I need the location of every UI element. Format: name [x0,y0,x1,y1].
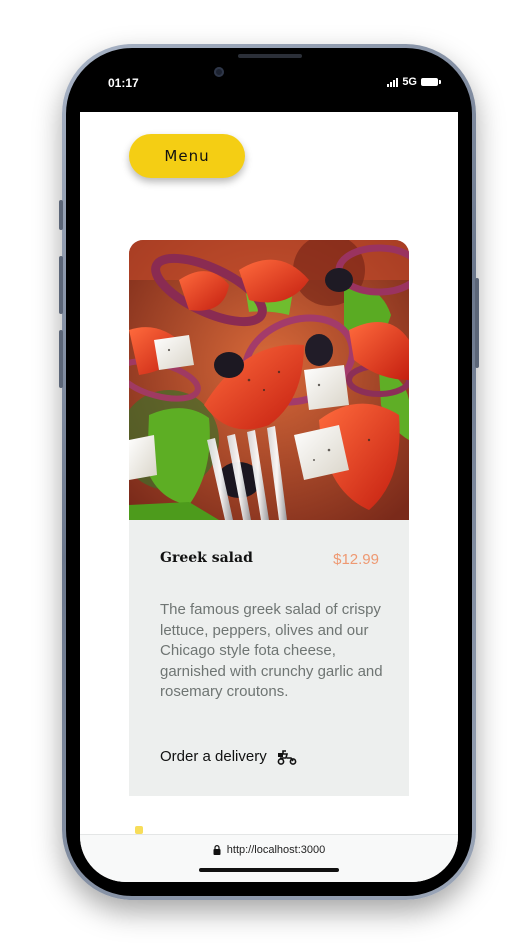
speaker-grille [238,54,302,58]
status-bar: 01:17 5G [80,54,458,106]
side-button-action [59,200,63,230]
greek-salad-image [129,240,409,520]
menu-card[interactable]: Greek salad $12.99 The famous greek sala… [129,240,409,796]
url-display[interactable]: http://localhost:3000 [80,844,458,856]
dish-description: The famous greek salad of crispy lettuce… [160,601,383,700]
order-delivery-link[interactable]: Order a delivery [160,748,297,765]
dish-title: Greek salad [160,550,253,566]
camera-icon [214,67,224,77]
status-time: 01:17 [108,76,139,90]
side-button-volume-up [59,256,63,314]
network-label: 5G [402,76,417,88]
next-card-peek [135,826,143,834]
order-delivery-label: Order a delivery [160,748,267,765]
scooter-icon [277,749,297,765]
battery-icon [421,78,441,86]
menu-button[interactable]: Menu [129,134,245,178]
app-screen: Menu Greek salad $12.99 The famous greek… [80,112,458,882]
dish-price: $12.99 [333,551,379,568]
signal-icon [387,77,399,87]
status-indicators: 5G [387,76,441,88]
url-text: http://localhost:3000 [226,844,326,856]
lock-icon [213,845,221,855]
side-button-power [475,278,479,368]
home-indicator[interactable] [199,868,339,872]
browser-url-bar[interactable]: http://localhost:3000 [80,834,458,882]
side-button-volume-down [59,330,63,388]
